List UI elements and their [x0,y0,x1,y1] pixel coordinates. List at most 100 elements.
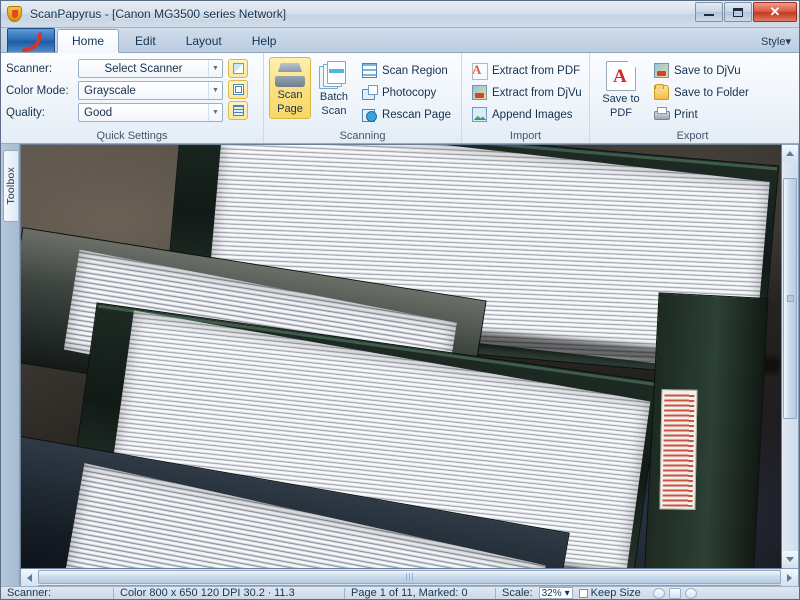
ribbon-tab-bar: Home Edit Layout Help Style▾ [1,28,799,53]
toolbox-tab[interactable]: Toolbox [3,150,18,222]
group-label-quick-settings: Quick Settings [1,130,263,142]
tab-edit[interactable]: Edit [121,30,170,52]
scanner-icon [273,61,307,87]
maximize-button[interactable] [724,2,752,22]
save-to-folder-label: Save to Folder [674,87,749,99]
multi-page-icon [319,61,349,89]
scan-preview-icon[interactable] [228,59,248,78]
scan-page-button[interactable]: Scan Page [269,57,311,119]
scroll-right-button[interactable] [781,569,798,586]
minimize-button[interactable] [695,2,723,22]
scanner-select[interactable]: Select Scanner ▼ [78,59,223,78]
save-to-pdf-label-1: Save to [602,93,639,105]
horizontal-scrollbar[interactable] [20,569,799,586]
extract-from-pdf-button[interactable]: Extract from PDF [467,60,587,81]
quick-settings-side-buttons [228,57,248,120]
shield-icon [7,6,24,23]
binder-label-sticker [659,389,697,510]
save-to-folder-button[interactable]: Save to Folder [649,82,754,103]
scanner-select-value: Select Scanner [79,63,208,75]
color-mode-label: Color Mode: [6,85,78,97]
status-bar: Scanner: Color 800 x 650 120 DPI 30.2 ∙ … [1,586,799,599]
scroll-left-button[interactable] [21,569,38,586]
color-mode-select-value: Grayscale [79,85,208,97]
horizontal-scroll-thumb[interactable] [38,570,781,584]
batch-scan-label-2: Scan [321,105,346,117]
photocopy-button[interactable]: Photocopy [357,82,456,103]
batch-scan-label-1: Batch [320,91,348,103]
title-bar: ScanPapyrus - [Canon MG3500 series Netwo… [1,1,799,28]
scanner-label: Scanner: [6,63,78,75]
export-commands: Save to DjVu Save to Folder Print [649,57,754,125]
fit-page-icon[interactable] [669,588,681,599]
tab-help[interactable]: Help [238,30,291,52]
append-images-button[interactable]: Append Images [467,104,587,125]
import-commands: Extract from PDF Extract from DjVu Appen… [467,57,587,125]
rescan-page-button[interactable]: Rescan Page [357,104,456,125]
scan-region-button[interactable]: Scan Region [357,60,456,81]
horizontal-scroll-track[interactable] [38,569,781,585]
save-to-pdf-button[interactable]: A Save to PDF [595,57,647,123]
window-title: ScanPapyrus - [Canon MG3500 series Netwo… [30,7,286,21]
print-label: Print [674,109,698,121]
style-button[interactable]: Style▾ [761,35,791,48]
scanned-document-preview [21,145,781,568]
keep-size-label: Keep Size [591,587,641,600]
tab-home[interactable]: Home [57,29,119,53]
vertical-scroll-thumb[interactable] [783,178,797,419]
quality-field-row: Quality: Good ▼ [6,103,223,122]
chevron-down-icon: ▾ [565,588,570,599]
color-mode-select[interactable]: Grayscale ▼ [78,81,223,100]
save-to-djvu-button[interactable]: Save to DjVu [649,60,754,81]
photocopy-icon [362,85,377,100]
tab-layout[interactable]: Layout [172,30,236,52]
zoom-select[interactable]: 32% ▾ [539,587,573,599]
pdf-document-icon: A [606,61,636,91]
scan-page-label-1: Scan [277,89,302,101]
keep-size-checkbox[interactable] [579,589,588,598]
style-button-label: Style [761,36,785,48]
toolbox-tab-label: Toolbox [5,167,17,205]
scroll-up-button[interactable] [782,145,798,162]
batch-scan-button[interactable]: Batch Scan [313,57,355,121]
scroll-down-button[interactable] [782,551,798,568]
vertical-scroll-track[interactable] [782,162,798,551]
extract-from-pdf-label: Extract from PDF [492,65,580,77]
workspace: Toolbox [1,144,799,586]
group-label-export: Export [590,130,795,142]
quick-settings-fields: Scanner: Select Scanner ▼ Color Mode: Gr… [6,57,223,122]
canvas-area [20,144,799,586]
group-label-scanning: Scanning [264,130,461,142]
save-to-pdf-label-2: PDF [610,107,632,119]
zoom-out-icon[interactable] [653,588,665,599]
chevron-down-icon: ▼ [208,104,222,121]
rescan-page-label: Rescan Page [382,109,451,121]
application-window: ScanPapyrus - [Canon MG3500 series Netwo… [0,0,800,600]
ribbon-group-scanning: Scan Page Batch Scan Scan Region Photoco [263,53,461,143]
window-controls: ✕ [695,2,797,22]
toolbox-strip: Toolbox [1,144,20,586]
scan-region-label: Scan Region [382,65,448,77]
quality-label: Quality: [6,107,78,119]
app-menu-button[interactable] [7,28,55,52]
close-button[interactable]: ✕ [753,2,797,22]
document-canvas[interactable] [20,144,782,569]
pdf-icon [472,63,487,78]
page-list-icon[interactable] [228,101,248,120]
canvas-row [20,144,799,569]
zoom-in-icon[interactable] [685,588,697,599]
group-label-import: Import [462,130,589,142]
status-page-counter: Page 1 of 11, Marked: 0 [345,587,495,600]
quality-select-value: Good [79,107,208,119]
keep-size-option[interactable]: Keep Size [573,587,647,600]
scanner-field-row: Scanner: Select Scanner ▼ [6,59,223,78]
zoom-controls [647,587,703,600]
vertical-scrollbar[interactable] [782,144,799,569]
quality-select[interactable]: Good ▼ [78,103,223,122]
zoom-value: 32% [542,588,562,599]
crop-frame-icon[interactable] [228,80,248,99]
print-button[interactable]: Print [649,104,754,125]
extract-from-djvu-button[interactable]: Extract from DjVu [467,82,587,103]
status-page-info: Color 800 x 650 120 DPI 30.2 ∙ 11.3 [114,587,344,600]
scan-region-icon [362,63,377,78]
